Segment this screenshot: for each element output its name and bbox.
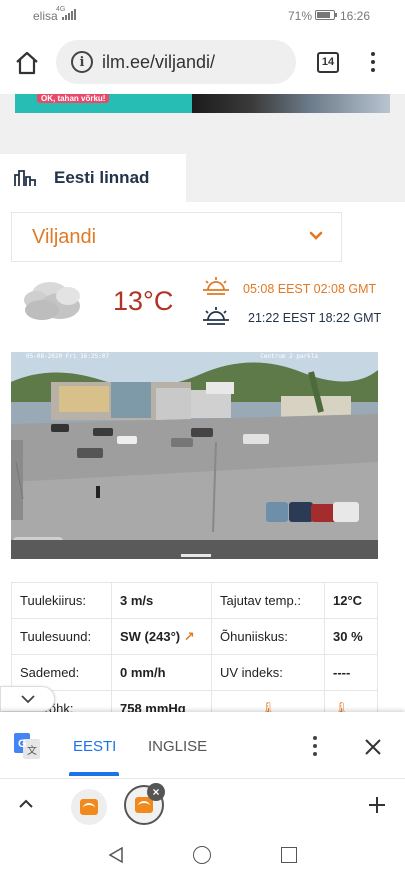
thermometer-cell: 🌡 (324, 690, 378, 713)
battery-icon (315, 10, 337, 20)
wind-speed-label: Tuulekiirus: (11, 582, 112, 619)
battery-percent: 71% (288, 9, 313, 23)
chevron-down-icon[interactable] (21, 695, 35, 704)
url-text[interactable]: ilm.ee/viljandi/ (102, 52, 215, 73)
home-nav-icon[interactable] (193, 846, 211, 864)
wind-speed-value: 3 m/s (111, 582, 212, 619)
section-title: Eesti linnad (54, 168, 150, 187)
feels-like-label: Tajutav temp.: (211, 582, 325, 619)
sunrise-time: 05:08 EEST 02:08 GMT (243, 282, 377, 296)
tab-lang-english[interactable]: INGLISE (148, 738, 207, 755)
weather-card: Viljandi 13°C 05:08 EEST 02:08 GMT 21:22… (0, 202, 405, 712)
system-nav-bar (0, 832, 405, 878)
sunset-time: 21:22 EEST 18:22 GMT (248, 311, 382, 325)
address-bar[interactable]: i ilm.ee/viljandi/ (56, 40, 296, 84)
signal-icon (62, 9, 76, 20)
banner-image (192, 94, 390, 113)
wind-direction-cell: SW (243°) ↗ (111, 618, 212, 655)
uv-index-label: UV indeks: (211, 654, 325, 691)
web-page: OK, tahan võrku! Eesti linnad Viljandi 1… (0, 94, 405, 712)
wind-arrow-icon: ↗ (183, 628, 195, 644)
site-favicon-icon (80, 799, 98, 815)
table-row: Tuulesuund: SW (243°) ↗ Õhuniiskus: 30 % (11, 618, 378, 655)
sunrise-icon (203, 277, 229, 295)
svg-text:文: 文 (27, 744, 37, 757)
table-row: Õhurõhk: 758 mmHg 🌡 🌡 (11, 690, 378, 713)
chevron-down-icon[interactable] (309, 231, 323, 241)
collapse-button[interactable] (0, 686, 55, 712)
svg-text:G: G (18, 738, 27, 750)
ad-banner[interactable]: OK, tahan võrku! (15, 94, 390, 113)
clock: 16:26 (340, 9, 371, 23)
tab-strip: × (0, 778, 405, 832)
wind-direction-label: Tuulesuund: (11, 618, 112, 655)
thermometer-icon: 🌡 (333, 700, 350, 713)
close-tab-icon[interactable]: × (147, 783, 165, 801)
browser-menu-icon[interactable] (366, 50, 380, 74)
webcam-image[interactable]: 05-08-2020 Fri 16:25:07 Centrum 2 parkla (11, 352, 378, 559)
chevron-up-icon[interactable] (19, 799, 33, 808)
humidity-label: Õhuniiskus: (211, 618, 325, 655)
current-weather: 13°C 05:08 EEST 02:08 GMT 21:22 EEST 18:… (0, 268, 405, 336)
close-icon[interactable] (364, 738, 382, 756)
translate-menu-icon[interactable] (312, 736, 318, 756)
tab-lang-estonian[interactable]: EESTI (73, 738, 116, 755)
city-dropdown[interactable]: Viljandi (11, 212, 342, 262)
new-tab-icon[interactable] (368, 796, 386, 814)
webcam-timestamp: 05-08-2020 Fri 16:25:07 (26, 353, 110, 360)
uv-index-value: ---- (324, 654, 378, 691)
google-translate-icon: G 文 (14, 733, 40, 759)
back-icon[interactable] (107, 846, 125, 864)
current-temperature: 13°C (113, 286, 174, 316)
section-tab-cities[interactable]: Eesti linnad (0, 154, 186, 202)
active-tab-indicator (69, 772, 119, 776)
carrier-name: elisa (33, 9, 58, 23)
status-bar: elisa 4G 71% 16:26 (0, 0, 405, 30)
wind-direction-value: SW (243°) (120, 628, 181, 644)
tab-thumbnail[interactable] (71, 789, 107, 825)
weather-observations-table: Tuulekiirus: 3 m/s Tajutav temp.: 12°C T… (11, 582, 378, 712)
table-row: Tuulekiirus: 3 m/s Tajutav temp.: 12°C (11, 582, 378, 619)
thermometer-cell: 🌡 (211, 690, 325, 713)
cloud-icon (24, 282, 80, 320)
buildings-icon (14, 170, 36, 186)
feels-like-value: 12°C (324, 582, 378, 619)
tab-switcher-button[interactable]: 14 (317, 52, 339, 73)
info-icon[interactable]: i (71, 51, 93, 73)
banner-label[interactable]: OK, tahan võrku! (37, 94, 110, 103)
city-dropdown-value[interactable]: Viljandi (32, 226, 96, 249)
thermometer-icon: 🌡 (259, 700, 277, 713)
sunset-icon (203, 307, 229, 325)
pressure-value: 758 mmHg (111, 690, 212, 712)
translate-bar: G 文 EESTI INGLISE (0, 712, 405, 778)
home-icon[interactable] (14, 50, 40, 76)
precipitation-value: 0 mm/h (111, 654, 212, 691)
table-row: Sademed: 0 mm/h UV indeks: ---- (11, 654, 378, 691)
webcam-location: Centrum 2 parkla (260, 353, 318, 360)
browser-toolbar: i ilm.ee/viljandi/ 14 (0, 30, 405, 94)
recent-apps-icon[interactable] (281, 847, 297, 863)
humidity-value: 30 % (324, 618, 378, 655)
